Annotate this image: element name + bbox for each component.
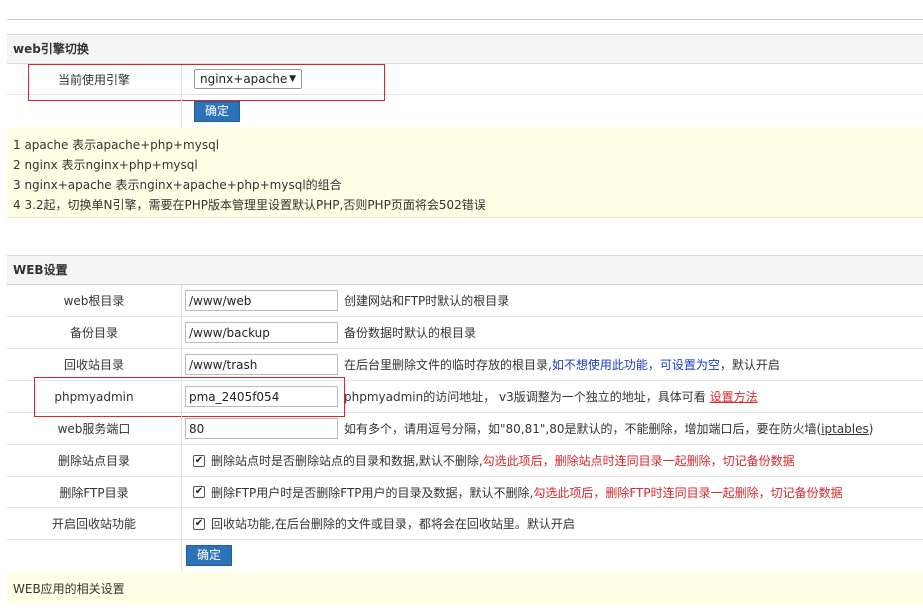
web-root-desc: 创建网站和FTP时默认的根目录	[344, 294, 510, 308]
port-desc: 如有多个，请用逗号分隔，如"80,81",80是默认的，不能删除，增加端口后，要…	[344, 413, 873, 444]
del-site-label: 删除站点目录	[7, 445, 182, 476]
trash-label: 回收站目录	[7, 349, 182, 380]
port-desc-end: )	[868, 421, 874, 436]
trash-desc-default: ，默认开启	[719, 358, 780, 372]
engine-notes: 1 apache 表示apache+php+mysql 2 nginx 表示ng…	[7, 127, 923, 218]
del-ftp-warning: 勾选此项后，删除FTP时连同目录一起删除，切记备份数据	[533, 485, 843, 500]
recycle-row: 开启回收站功能 ✔ 回收站功能,在后台删除的文件或目录，都将会在回收站里。默认开…	[7, 508, 923, 540]
web-footer-note: WEB应用的相关设置	[7, 572, 923, 604]
trash-desc-main: 在后台里删除文件的临时存放的根目录,	[344, 358, 552, 372]
del-site-row: 删除站点目录 ✔ 删除站点时是否删除站点的目录和数据,默认不删除, 勾选此项后，删…	[7, 445, 923, 477]
engine-note-4: 4 3.2起，切换单N引擎，需要在PHP版本管理里设置默认PHP,否则PHP页面…	[13, 198, 486, 212]
trash-input[interactable]	[185, 354, 338, 375]
port-label: web服务端口	[7, 413, 182, 444]
del-site-desc: 删除站点时是否删除站点的目录和数据,默认不删除,	[211, 454, 483, 468]
recycle-checkbox[interactable]: ✔	[193, 517, 205, 530]
del-site-warning: 勾选此项后，删除站点时连同目录一起删除，切记备份数据	[482, 454, 795, 468]
web-section-title: WEB设置	[7, 255, 923, 285]
port-desc-text: 如有多个，请用逗号分隔，如"80,81",80是默认的，不能删除，增加端口后，要…	[344, 422, 822, 436]
recycle-desc: 回收站功能,在后台删除的文件或目录，都将会在回收站里。默认开启	[211, 517, 575, 531]
engine-confirm-row: 确定	[7, 95, 923, 127]
del-site-checkbox[interactable]: ✔	[193, 454, 205, 467]
phpmyadmin-setup-link[interactable]: 设置方法	[710, 388, 758, 405]
trash-desc: 在后台里删除文件的临时存放的根目录, 如不想使用此功能，可设置为空 ，默认开启	[344, 349, 780, 380]
backup-desc: 备份数据时默认的根目录	[344, 326, 477, 340]
phpmyadmin-desc: phpmyadmin的访问地址， v3版调整为一个独立的地址，具体可看 设置方法	[344, 381, 758, 412]
del-site-content: ✔ 删除站点时是否删除站点的目录和数据,默认不删除, 勾选此项后，删除站点时连同目…	[193, 445, 795, 476]
backup-input[interactable]	[185, 322, 338, 343]
web-root-row: web根目录 创建网站和FTP时默认的根目录	[7, 285, 923, 317]
web-confirm-button[interactable]: 确定	[186, 545, 232, 566]
recycle-content: ✔ 回收站功能,在后台删除的文件或目录，都将会在回收站里。默认开启	[193, 508, 575, 539]
del-ftp-content: ✔ 删除FTP用户时是否删除FTP用户的目录及数据，默认不删除, 勾选此项后，删除…	[193, 477, 843, 507]
trash-desc-hint: 如不想使用此功能，可设置为空	[551, 358, 720, 372]
recycle-label: 开启回收站功能	[7, 508, 182, 539]
engine-confirm-button[interactable]: 确定	[194, 101, 240, 122]
phpmyadmin-highlight-box	[34, 377, 345, 417]
del-ftp-desc: 删除FTP用户时是否删除FTP用户的目录及数据，默认不删除,	[211, 485, 534, 500]
phpmyadmin-desc-text: phpmyadmin的访问地址， v3版调整为一个独立的地址，具体可看	[344, 390, 706, 404]
web-root-input[interactable]	[185, 290, 338, 311]
engine-confirm-label-cell	[7, 95, 182, 127]
del-ftp-label: 删除FTP目录	[7, 477, 182, 507]
engine-section-title: web引擎切换	[7, 34, 923, 64]
port-row: web服务端口 如有多个，请用逗号分隔，如"80,81",80是默认的，不能删除…	[7, 413, 923, 445]
web-root-label: web根目录	[7, 285, 182, 316]
web-confirm-row: 确定	[7, 540, 923, 572]
del-ftp-checkbox[interactable]: ✔	[193, 486, 205, 498]
web-confirm-label-cell	[7, 540, 182, 572]
backup-row: 备份目录 备份数据时默认的根目录	[7, 317, 923, 349]
del-ftp-row: 删除FTP目录 ✔ 删除FTP用户时是否删除FTP用户的目录及数据，默认不删除,…	[7, 477, 923, 508]
web-footer-note-text: WEB应用的相关设置	[13, 582, 125, 596]
engine-note-3: 3 nginx+apache 表示nginx+apache+php+mysql的…	[13, 178, 342, 192]
top-divider	[7, 19, 923, 20]
backup-label: 备份目录	[7, 317, 182, 348]
iptables-link[interactable]: iptables	[821, 422, 869, 436]
engine-note-1: 1 apache 表示apache+php+mysql	[13, 138, 220, 152]
port-input[interactable]	[185, 418, 338, 439]
engine-note-2: 2 nginx 表示nginx+php+mysql	[13, 158, 198, 172]
